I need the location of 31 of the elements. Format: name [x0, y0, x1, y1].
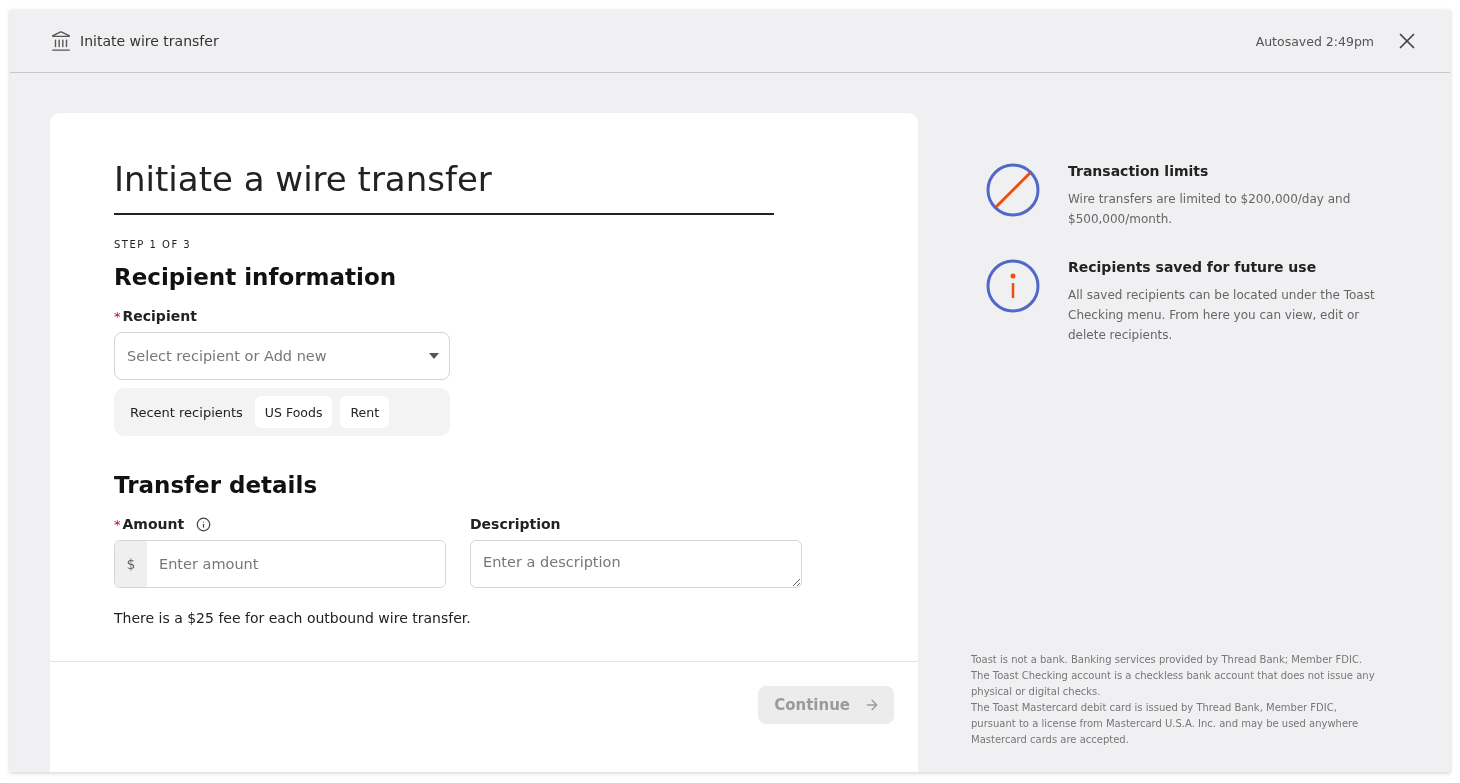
required-mark: *	[114, 516, 121, 532]
arrow-right-icon	[864, 697, 880, 713]
recipient-select[interactable]: Select recipient or Add new	[114, 332, 450, 380]
window-title: Initate wire transfer	[80, 33, 220, 49]
field-label: Description	[470, 516, 561, 532]
field-label: Recipient	[122, 308, 197, 324]
prohibited-icon	[986, 163, 1040, 217]
bank-icon	[50, 30, 72, 52]
step-indicator: STEP 1 OF 3	[114, 239, 193, 250]
info-title: Recipients saved for future use	[1068, 259, 1318, 275]
field-label: Amount	[122, 516, 185, 532]
page-title: Initiate a wire transfer	[114, 159, 492, 199]
info-title: Transaction limits	[1068, 163, 1210, 179]
section-heading: Recipient information	[114, 264, 397, 290]
disclaimer-text: The Toast Checking account is a checkless bank account that does not issue any physical or digital checks.	[971, 669, 1376, 699]
amount-field[interactable]: $ Enter amount	[114, 540, 446, 588]
recipient-chip[interactable]: US Foods	[254, 396, 333, 428]
recipient-chip[interactable]: Rent	[340, 396, 390, 428]
caret-icon	[429, 353, 439, 359]
fee-note: There is a $25 fee for each outbound wire transfer.	[114, 610, 472, 626]
info-icon[interactable]	[196, 516, 212, 532]
section-heading: Transfer details	[114, 472, 318, 498]
info-text: Wire transfers are limited to $200,000/day and $500,000/month.	[1068, 191, 1352, 228]
required-mark: *	[114, 308, 121, 324]
info-icon	[986, 259, 1040, 313]
autosave-status: Autosaved 2:49pm	[1255, 33, 1374, 49]
disclaimer-text: Toast is not a bank. Banking services provided by Thread Bank; Member FDIC.	[971, 653, 1364, 667]
info-text: All saved recipients can be located under the Toast Checking menu. From here you can view, edit or delete recipients.	[1068, 287, 1376, 344]
disclaimer-text: The Toast Mastercard debit card is issued by Thread Bank, Member FDIC, pursuant to a license from Mastercard U.S.A. Inc. and may be used anywhere Mastercard cards are accepted.	[971, 701, 1360, 747]
recent-recipients-label: Recent recipients	[130, 404, 243, 420]
description-field[interactable]: Enter a description	[470, 540, 802, 588]
